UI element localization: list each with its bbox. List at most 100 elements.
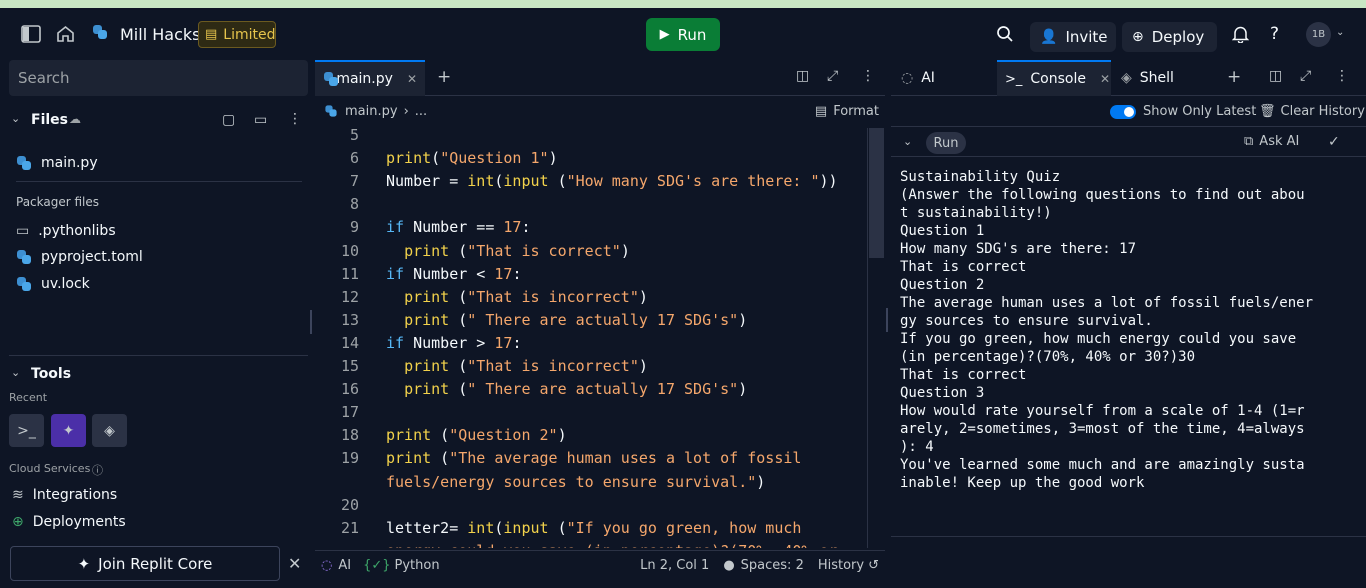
- console-output-line: ): 4: [900, 439, 934, 455]
- code-line[interactable]: Number = int(input ("How many SDG's are …: [386, 172, 838, 190]
- line-number: 11: [340, 264, 359, 283]
- line-number: 21: [340, 518, 359, 537]
- join-replit-core-button[interactable]: ✦ Join Replit Core: [10, 546, 280, 581]
- invite-label: Invite: [1065, 28, 1108, 46]
- status-position[interactable]: Ln 2, Col 1: [640, 558, 709, 573]
- search-input[interactable]: Search: [9, 60, 308, 96]
- tab-ai[interactable]: ◌ AI: [893, 60, 997, 96]
- code-line[interactable]: print("Question 1"): [386, 149, 558, 167]
- project-name[interactable]: Mill Hacks: [120, 25, 200, 44]
- breadcrumb-more[interactable]: ...: [415, 104, 427, 119]
- maximize-icon[interactable]: ⤢: [1300, 68, 1311, 84]
- status-ai[interactable]: AI: [338, 558, 351, 573]
- code-line[interactable]: letter2= int(input ("If you go green, ho…: [386, 519, 801, 537]
- help-icon[interactable]: ?: [1270, 24, 1279, 44]
- console-output-line: The average human uses a lot of fossil f…: [900, 295, 1314, 311]
- file-item-pythonlibs[interactable]: ▭ .pythonlibs: [16, 223, 116, 239]
- run-badge[interactable]: Run: [926, 132, 966, 154]
- add-tab-icon[interactable]: +: [437, 67, 451, 87]
- search-icon[interactable]: [996, 25, 1014, 43]
- code-line[interactable]: fuels/energy sources to ensure survival.…: [386, 473, 765, 491]
- code-line[interactable]: print ("Question 2"): [386, 426, 567, 444]
- deploy-button[interactable]: ⊕ Deploy: [1122, 22, 1217, 52]
- python-file-icon: [325, 105, 338, 118]
- tab-console[interactable]: >_ Console ✕: [997, 60, 1111, 96]
- toggle-switch[interactable]: [1110, 104, 1136, 119]
- more-options-icon[interactable]: ⋮: [1335, 68, 1349, 84]
- plan-badge[interactable]: ▤ Limited: [198, 21, 276, 48]
- more-options-icon[interactable]: ⋮: [861, 68, 875, 84]
- files-title[interactable]: Files: [31, 112, 68, 128]
- format-button[interactable]: ▤ Format: [815, 104, 879, 119]
- chevron-down-icon[interactable]: ⌄: [1336, 27, 1344, 38]
- split-pane-icon[interactable]: ◫: [1269, 68, 1282, 84]
- tab-main-py[interactable]: main.py ✕: [315, 60, 425, 96]
- file-item-uv-lock[interactable]: uv.lock: [16, 276, 90, 292]
- run-button[interactable]: ▶ Run: [646, 18, 720, 51]
- code-line[interactable]: print ("That is incorrect"): [386, 357, 648, 375]
- breadcrumb-file[interactable]: main.py: [345, 104, 398, 119]
- code-line[interactable]: print (" There are actually 17 SDG's"): [386, 380, 747, 398]
- code-line[interactable]: print (" There are actually 17 SDG's"): [386, 311, 747, 329]
- add-tab-icon[interactable]: +: [1227, 67, 1241, 87]
- home-icon[interactable]: [56, 25, 75, 43]
- files-collapse-icon[interactable]: ⌄: [11, 112, 20, 125]
- file-item-pyproject[interactable]: pyproject.toml: [16, 249, 143, 265]
- status-language[interactable]: Python: [395, 558, 440, 573]
- check-icon[interactable]: ✓: [1328, 134, 1340, 150]
- new-file-icon[interactable]: ▢: [222, 112, 235, 128]
- shell-tool-button[interactable]: ◈: [92, 414, 127, 447]
- status-history[interactable]: History: [818, 558, 864, 573]
- ai-icon: ✦: [62, 422, 75, 439]
- more-options-icon[interactable]: ⋮: [288, 111, 302, 127]
- code-line[interactable]: print ("The average human uses a lot of …: [386, 449, 801, 467]
- invite-button[interactable]: 👤 Invite: [1030, 22, 1116, 52]
- maximize-icon[interactable]: ⤢: [827, 68, 838, 84]
- chevron-down-icon[interactable]: ⌄: [903, 135, 912, 148]
- code-line[interactable]: print ("That is correct"): [386, 242, 630, 260]
- tools-collapse-icon[interactable]: ⌄: [11, 366, 20, 379]
- console-output-line: How would rate yourself from a scale of …: [900, 403, 1305, 419]
- bell-icon[interactable]: [1232, 25, 1249, 43]
- code-line[interactable]: print ("That is incorrect"): [386, 288, 648, 306]
- code-editor[interactable]: 5 6 print("Question 1") 7 Number = int(input…: [315, 126, 867, 548]
- close-icon[interactable]: ✕: [288, 554, 301, 573]
- show-only-latest-toggle[interactable]: Show Only Latest: [1110, 104, 1256, 119]
- close-tab-icon[interactable]: ✕: [407, 72, 417, 86]
- resize-handle[interactable]: [886, 308, 888, 332]
- split-pane-icon[interactable]: ◫: [796, 68, 809, 84]
- file-name: main.py: [41, 155, 98, 171]
- resize-handle[interactable]: [310, 310, 312, 334]
- python-file-icon: [16, 249, 32, 265]
- console-tool-button[interactable]: >_: [9, 414, 44, 447]
- scrollbar-track[interactable]: [867, 128, 885, 548]
- sparkle-icon: ✦: [77, 554, 91, 573]
- join-label: Join Replit Core: [98, 554, 213, 573]
- clear-history-button[interactable]: 🗑 Clear History: [1259, 104, 1365, 119]
- deployments-item[interactable]: ⊕ Deployments: [12, 514, 126, 530]
- avatar[interactable]: 1B: [1306, 22, 1331, 47]
- integrations-item[interactable]: ≋ Integrations: [12, 487, 117, 503]
- trash-icon: 🗑: [1259, 104, 1276, 119]
- status-spaces[interactable]: Spaces: 2: [741, 558, 804, 573]
- tools-title[interactable]: Tools: [31, 366, 71, 382]
- ask-ai-button[interactable]: ⧉ Ask AI: [1244, 134, 1299, 149]
- python-file-icon: [16, 276, 32, 292]
- info-icon[interactable]: ⓘ: [92, 462, 103, 478]
- tab-shell[interactable]: ◈ Shell: [1113, 60, 1213, 96]
- code-line[interactable]: if Number < 17:: [386, 265, 521, 283]
- code-line[interactable]: energy could you save (in percentage)?(7…: [386, 542, 838, 548]
- code-line[interactable]: if Number > 17:: [386, 334, 521, 352]
- new-folder-icon[interactable]: ▭: [254, 112, 267, 128]
- sidebar-toggle-icon[interactable]: [21, 25, 41, 43]
- code-line[interactable]: if Number == 17:: [386, 218, 531, 236]
- scrollbar-thumb[interactable]: [869, 128, 884, 258]
- file-item-main-py[interactable]: main.py: [16, 155, 98, 171]
- line-number: 18: [340, 426, 359, 445]
- line-number: 17: [340, 403, 359, 422]
- synced-icon: ☁: [69, 112, 81, 126]
- ai-tool-button[interactable]: ✦: [51, 414, 86, 447]
- console-output[interactable]: Sustainability Quiz (Answer the following…: [900, 168, 1340, 492]
- close-tab-icon[interactable]: ✕: [1100, 72, 1110, 86]
- console-pane: ◌ AI >_ Console ✕ ◈ Shell + ◫ ⤢ ⋮ Show O…: [891, 60, 1366, 588]
